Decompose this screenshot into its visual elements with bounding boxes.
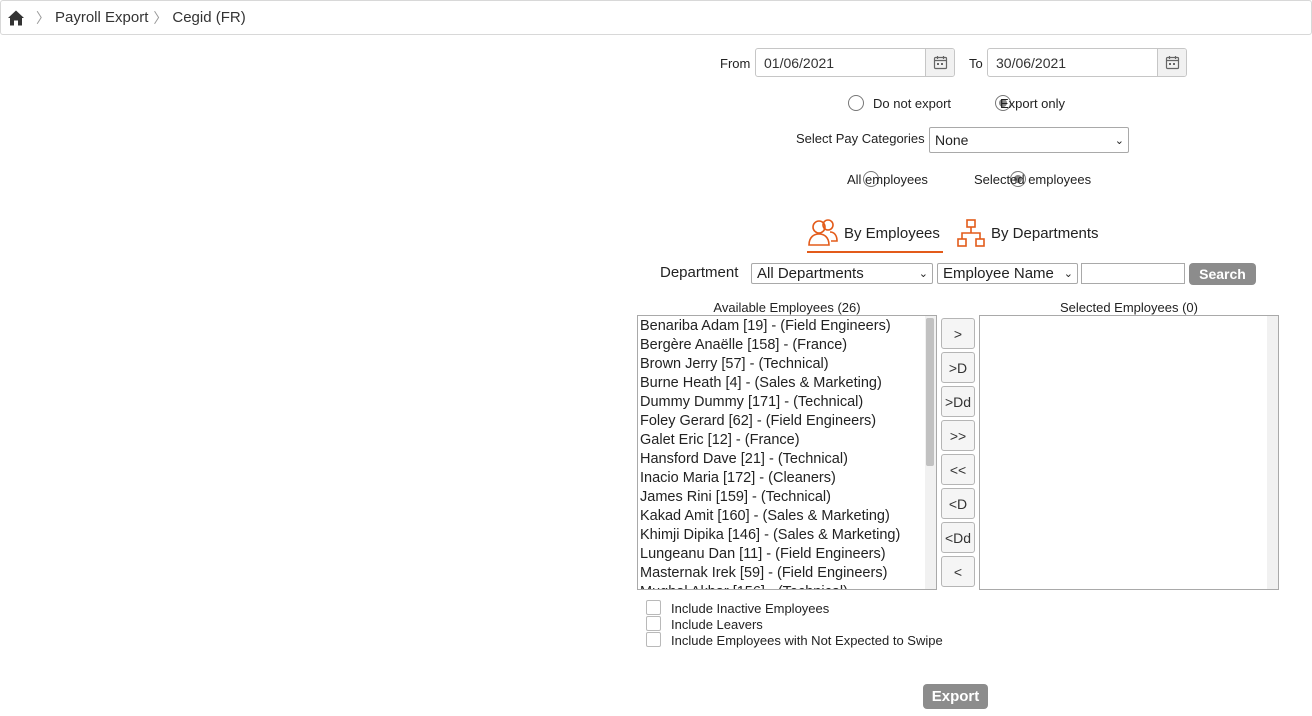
tab-by-employees[interactable]: By Employees [807, 218, 940, 248]
department-label: Department [660, 264, 739, 281]
to-label: To [969, 56, 983, 71]
calendar-icon[interactable] [925, 49, 954, 76]
available-employees-list[interactable]: Benariba Adam [19] - (Field Engineers) Be… [637, 315, 937, 590]
move-left-dept-button[interactable]: <D [941, 488, 975, 519]
from-date-field[interactable]: 01/06/2021 [755, 48, 955, 77]
chevron-down-icon: ⌄ [1114, 134, 1124, 147]
department-value: All Departments [757, 265, 864, 282]
breadcrumb-separator-icon: 〉 [36, 9, 50, 26]
do-not-export-label: Do not export [873, 96, 952, 111]
home-icon[interactable] [7, 9, 25, 27]
list-item[interactable]: Masternak Irek [59] - (Field Engineers) [638, 564, 936, 583]
list-item[interactable]: Lungeanu Dan [11] - (Field Engineers) [638, 545, 936, 564]
from-label: From [720, 56, 751, 71]
breadcrumb-item-payroll-export[interactable]: Payroll Export [55, 9, 148, 26]
breadcrumb-item-cegid: Cegid (FR) [172, 9, 246, 26]
from-date-value[interactable]: 01/06/2021 [756, 49, 925, 76]
export-only-label: Export only [1000, 96, 1066, 111]
list-item[interactable]: Brown Jerry [57] - (Technical) [638, 355, 936, 374]
do-not-export-radio[interactable] [848, 95, 864, 111]
list-item[interactable]: Dummy Dummy [171] - (Technical) [638, 393, 936, 412]
pay-categories-label: Select Pay Categories [796, 131, 925, 146]
list-item[interactable]: Galet Eric [12] - (France) [638, 431, 936, 450]
breadcrumb: 〉 Payroll Export 〉 Cegid (FR) [0, 0, 1312, 35]
list-item[interactable]: James Rini [159] - (Technical) [638, 488, 936, 507]
to-date-value[interactable]: 30/06/2021 [988, 49, 1157, 76]
to-date-field[interactable]: 30/06/2021 [987, 48, 1187, 77]
chevron-down-icon: ⌄ [918, 268, 928, 280]
list-item[interactable]: Bergère Anaëlle [158] - (France) [638, 336, 936, 355]
selected-employees-title: Selected Employees (0) [1059, 300, 1198, 315]
chevron-down-icon: ⌄ [1063, 268, 1073, 280]
include-leavers-label: Include Leavers [671, 617, 763, 632]
move-left-dept-all-button[interactable]: <Dd [941, 522, 975, 553]
list-item[interactable]: Burne Heath [4] - (Sales & Marketing) [638, 374, 936, 393]
search-button[interactable]: Search [1189, 263, 1256, 285]
move-all-right-button[interactable]: >> [941, 420, 975, 451]
include-leavers-checkbox[interactable] [646, 616, 661, 631]
search-field-select[interactable]: Employee Name ⌄ [937, 263, 1078, 284]
list-item[interactable]: Inacio Maria [172] - (Cleaners) [638, 469, 936, 488]
breadcrumb-separator-icon: 〉 [153, 9, 168, 26]
pay-categories-select[interactable]: None ⌄ [929, 127, 1129, 153]
move-right-dept-button[interactable]: >D [941, 352, 975, 383]
department-select[interactable]: All Departments ⌄ [751, 263, 933, 284]
pay-categories-value: None [935, 132, 969, 148]
all-employees-label: All employees [847, 172, 928, 187]
include-inactive-label: Include Inactive Employees [671, 601, 830, 616]
org-chart-icon [956, 218, 986, 248]
tab-by-departments[interactable]: By Departments [956, 218, 1099, 248]
available-list-scrollbar[interactable] [925, 316, 936, 589]
list-item[interactable]: Khimji Dipika [146] - (Sales & Marketing… [638, 526, 936, 545]
search-input[interactable] [1081, 263, 1185, 284]
list-item[interactable]: Kakad Amit [160] - (Sales & Marketing) [638, 507, 936, 526]
list-item[interactable]: Hansford Dave [21] - (Technical) [638, 450, 936, 469]
move-right-button[interactable]: > [941, 318, 975, 349]
include-not-expected-swipe-checkbox[interactable] [646, 632, 661, 647]
active-tab-indicator [807, 251, 943, 253]
scrollbar-thumb[interactable] [926, 318, 934, 466]
tab-by-employees-label: By Employees [844, 224, 940, 242]
list-item[interactable]: Benariba Adam [19] - (Field Engineers) [638, 317, 936, 336]
users-icon [807, 218, 839, 248]
list-item[interactable]: Foley Gerard [62] - (Field Engineers) [638, 412, 936, 431]
include-inactive-checkbox[interactable] [646, 600, 661, 615]
move-left-button[interactable]: < [941, 556, 975, 587]
include-not-expected-swipe-label: Include Employees with Not Expected to S… [671, 633, 943, 648]
selected-employees-list[interactable] [979, 315, 1279, 590]
move-right-dept-all-button[interactable]: >Dd [941, 386, 975, 417]
list-item[interactable]: Mughal Akbar [156] - (Technical) [638, 583, 936, 589]
search-field-value: Employee Name [943, 265, 1054, 282]
export-button[interactable]: Export [923, 684, 988, 709]
selected-employees-label: Selected employees [974, 172, 1092, 187]
tab-by-departments-label: By Departments [991, 224, 1099, 242]
selected-list-scrollbar[interactable] [1267, 316, 1278, 589]
move-all-left-button[interactable]: << [941, 454, 975, 485]
available-employees-title: Available Employees (26) [713, 300, 861, 315]
calendar-icon[interactable] [1157, 49, 1186, 76]
